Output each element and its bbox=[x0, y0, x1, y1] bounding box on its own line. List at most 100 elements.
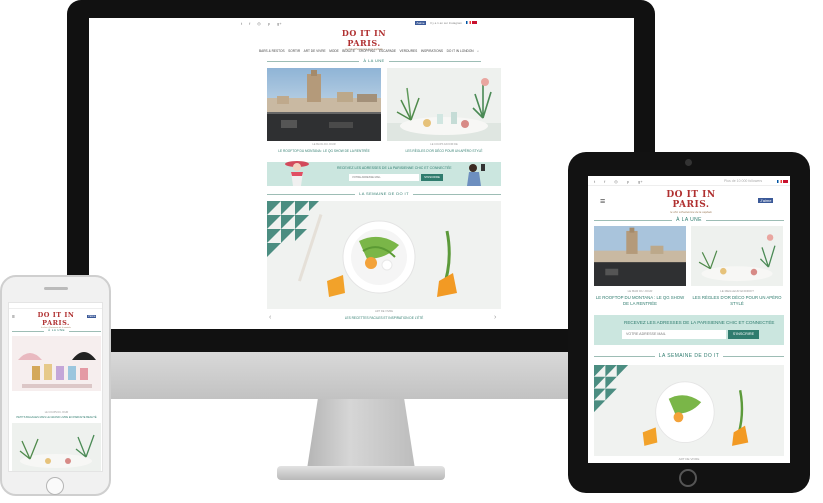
article-title-link[interactable]: LE ROOFTOP DU MONTANA : LE QG SHOW DE LA… bbox=[594, 295, 686, 307]
logo-tagline: le chic à Parisienne de la capitale bbox=[670, 210, 712, 214]
featured-image-recipe[interactable] bbox=[267, 201, 501, 309]
phone-speaker bbox=[44, 287, 68, 290]
newsletter-subscribe-button[interactable]: S'INSCRIRE bbox=[728, 330, 759, 339]
newsletter-banner: RECEVEZ LES ADRESSES DE LA PARISIENNE CH… bbox=[267, 161, 501, 186]
twitter-icon[interactable]: t bbox=[241, 21, 242, 26]
section-header-semaine: LA SEMAINE DE DO IT bbox=[267, 191, 501, 197]
nav-item-sortir[interactable]: SORTIR bbox=[288, 49, 300, 53]
nav-item-do-it-in-london[interactable]: DO IT IN LONDON bbox=[447, 49, 474, 53]
newsletter-email-input[interactable]: VOTRE ADRESSE MAIL bbox=[622, 330, 726, 339]
monitor-stand bbox=[307, 399, 415, 469]
article-category: LE BLOG DU JOUR bbox=[312, 143, 336, 146]
phone-screen: ≡ DO IT IN PARIS. le chic à Parisienne d… bbox=[8, 302, 103, 472]
google-plus-icon[interactable]: g+ bbox=[638, 179, 643, 184]
tablet-topbar: t f ◎ p g+ Plus de 10 000 followers bbox=[588, 176, 790, 186]
tablet-screen: t f ◎ p g+ Plus de 10 000 followers ≡ DO… bbox=[588, 176, 790, 463]
article-image-rooftop[interactable] bbox=[594, 226, 686, 286]
section-header-semaine: LA SEMAINE DE DO IT bbox=[594, 353, 784, 359]
section-header-a-la-une: À LA UNE bbox=[594, 217, 784, 223]
site-logo[interactable]: DO IT IN PARIS. le chic à Parisienne de … bbox=[339, 28, 389, 51]
article-category: LE COUPS DU JOUR bbox=[44, 411, 69, 414]
language-flags bbox=[777, 180, 788, 183]
article-image-aperitif[interactable] bbox=[691, 226, 783, 286]
article-category: LE COUPS FAVORI DE bbox=[430, 143, 458, 146]
article-image-rooftop[interactable] bbox=[267, 68, 381, 141]
tablet-device: t f ◎ p g+ Plus de 10 000 followers ≡ DO… bbox=[568, 152, 810, 493]
hamburger-menu-icon[interactable]: ≡ bbox=[600, 196, 605, 206]
section-title: LA SEMAINE DE DO IT bbox=[355, 191, 413, 196]
section-title: À LA UNE bbox=[44, 328, 69, 332]
flag-en-icon[interactable] bbox=[783, 180, 788, 183]
facebook-like-button[interactable]: J'aime bbox=[87, 315, 97, 318]
logo-wordmark: DO IT IN PARIS. bbox=[37, 311, 75, 327]
nav-item-shopping[interactable]: SHOPPING bbox=[359, 49, 376, 53]
featured-title-link[interactable]: LES RECETTES FACILES ET INSPIRATION DE L… bbox=[267, 316, 501, 320]
search-icon[interactable]: ⌕ bbox=[477, 49, 479, 53]
desktop-social-icons: t f ◎ p g+ bbox=[241, 21, 282, 26]
featured-category: ART DE VIVRE bbox=[375, 310, 393, 313]
article-category: LE BAR DU JOUR bbox=[627, 289, 653, 293]
instagram-icon[interactable]: ◎ bbox=[614, 179, 618, 184]
article-image-perfume[interactable] bbox=[12, 336, 101, 391]
monitor-foot bbox=[277, 466, 445, 480]
main-navigation: BARS & RESTOS SORTIR ART DE VIVRE MODE B… bbox=[259, 49, 479, 53]
logo-wordmark: DO IT IN PARIS. bbox=[666, 190, 716, 210]
newsletter-banner: RECEVEZ LES ADRESSES DE LA PARISIENNE CH… bbox=[594, 315, 784, 345]
pinterest-icon[interactable]: p bbox=[268, 21, 270, 26]
desktop-topbar: t f ◎ p g+ J'aime Il y a 1 an sur Instag… bbox=[89, 18, 634, 28]
flag-en-icon[interactable] bbox=[472, 21, 477, 24]
article-title-link[interactable]: LES RÈGLES D'OR DÉCO POUR UN APÉRO STYLÉ bbox=[691, 295, 783, 307]
nav-item-verdures[interactable]: VERDURES bbox=[400, 49, 418, 53]
nav-item-escapade[interactable]: ESCAPADE bbox=[379, 49, 396, 53]
phone-device: ≡ DO IT IN PARIS. le chic à Parisienne d… bbox=[0, 275, 111, 496]
facebook-icon[interactable]: f bbox=[249, 21, 250, 26]
hamburger-menu-icon[interactable]: ≡ bbox=[12, 314, 15, 320]
monitor-chin bbox=[67, 352, 655, 399]
facebook-icon[interactable]: f bbox=[604, 179, 605, 184]
section-title: LA SEMAINE DE DO IT bbox=[654, 353, 724, 359]
article-title-link[interactable]: PETITS BAGAGES MAIS LE GRAND LIVRE EN PA… bbox=[12, 416, 101, 419]
followers-note: Plus de 10 000 followers bbox=[724, 179, 763, 183]
facebook-like-button[interactable]: J'aime bbox=[758, 198, 774, 203]
logo-wordmark: DO IT IN PARIS. bbox=[341, 28, 387, 48]
newsletter-text: RECEVEZ LES ADRESSES DE LA PARISIENNE CH… bbox=[337, 166, 452, 170]
phone-topbar bbox=[9, 303, 102, 309]
nav-item-art-de-vivre[interactable]: ART DE VIVRE bbox=[304, 49, 326, 53]
pinterest-icon[interactable]: p bbox=[627, 179, 629, 184]
site-logo[interactable]: DO IT IN PARIS. le chic à Parisienne de … bbox=[666, 190, 716, 214]
facebook-like-button[interactable]: J'aime bbox=[415, 21, 426, 25]
featured-image-recipe[interactable] bbox=[594, 365, 784, 456]
nav-item-inspirations[interactable]: INSPIRATIONS bbox=[421, 49, 443, 53]
tablet-social-icons: t f ◎ p g+ bbox=[594, 179, 643, 184]
newsletter-text: RECEVEZ LES ADRESSES DE LA PARISIENNE CH… bbox=[624, 320, 775, 325]
twitter-icon[interactable]: t bbox=[594, 179, 595, 184]
nav-item-beaute[interactable]: BEAUTÉ bbox=[342, 49, 355, 53]
tablet-home-button[interactable] bbox=[679, 469, 697, 487]
flag-fr-icon[interactable] bbox=[466, 21, 471, 24]
newsletter-email-input[interactable]: VOTRE ADRESSE MAIL bbox=[349, 174, 419, 181]
phone-woman-illustration bbox=[467, 164, 485, 186]
featured-category: ART DE VIVRE bbox=[678, 457, 700, 461]
section-title: À LA UNE bbox=[359, 58, 389, 63]
desktop-screen: t f ◎ p g+ J'aime Il y a 1 an sur Instag… bbox=[89, 18, 634, 329]
flag-fr-icon[interactable] bbox=[777, 180, 782, 183]
article-image-aperitif[interactable] bbox=[387, 68, 501, 141]
phone-home-button[interactable] bbox=[46, 477, 64, 495]
nav-item-bars-restos[interactable]: BARS & RESTOS bbox=[259, 49, 285, 53]
section-header-a-la-une: À LA UNE bbox=[267, 58, 481, 64]
newsletter-subscribe-button[interactable]: S'INSCRIRE bbox=[421, 174, 443, 181]
nav-item-mode[interactable]: MODE bbox=[329, 49, 339, 53]
article-title-link[interactable]: LES RÈGLES D'OR DÉCO POUR UN APÉRO STYLÉ bbox=[387, 149, 501, 153]
tablet-camera bbox=[685, 159, 692, 166]
article-image-aperitif[interactable] bbox=[12, 423, 101, 471]
section-header-a-la-une: À LA UNE bbox=[12, 328, 101, 334]
language-flags bbox=[466, 21, 477, 24]
site-logo[interactable]: DO IT IN PARIS. le chic à Parisienne de … bbox=[36, 311, 76, 329]
section-title: À LA UNE bbox=[672, 217, 706, 223]
article-title-link[interactable]: LE ROOFTOP DU MONTANA : LE QG SHOW DE LA… bbox=[267, 149, 381, 153]
article-category: LE MEILLEUR ENDROIT bbox=[720, 289, 754, 293]
instagram-icon[interactable]: ◎ bbox=[257, 21, 261, 26]
woman-illustration bbox=[285, 161, 309, 186]
instagram-note: Il y a 1 an sur Instagram bbox=[430, 21, 463, 25]
google-plus-icon[interactable]: g+ bbox=[277, 21, 282, 26]
